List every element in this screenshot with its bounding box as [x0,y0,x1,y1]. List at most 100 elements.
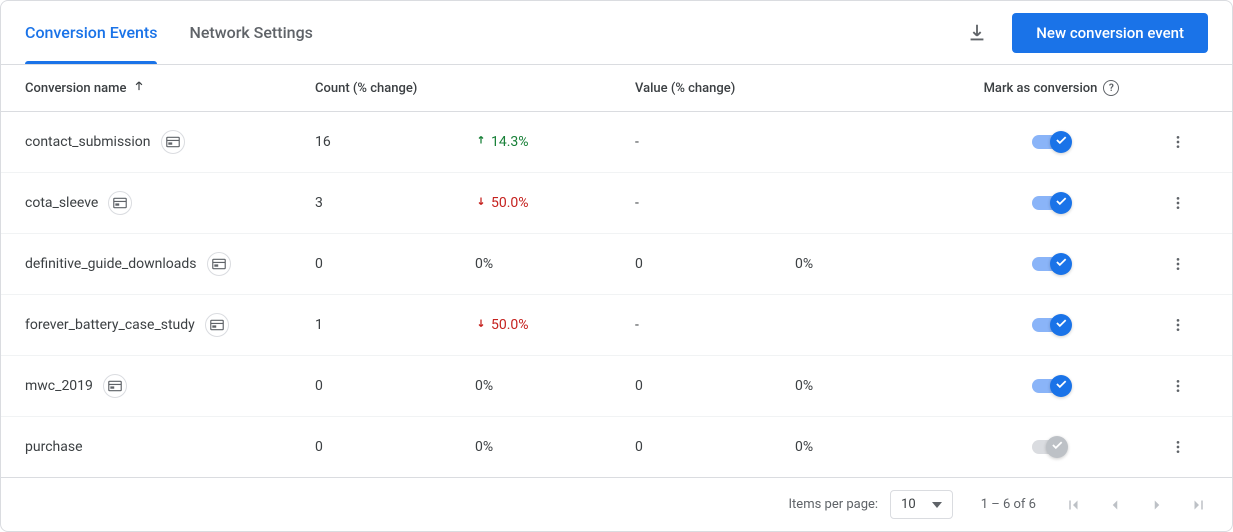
count-change-value: 50.0% [491,195,529,211]
badge-icon [161,130,185,154]
toggle-cell [955,192,1148,214]
last-page-button[interactable] [1190,496,1208,514]
mark-conversion-toggle[interactable] [1032,131,1072,153]
row-menu-button[interactable] [1162,431,1194,463]
conversion-name: contact_submission [25,134,151,150]
arrow-down-icon [475,195,487,211]
count-cell: 16 [315,134,475,150]
count-change-value: 0% [475,378,493,394]
row-menu-cell [1148,370,1208,402]
page-size-value: 10 [901,497,916,512]
row-menu-cell [1148,431,1208,463]
mark-conversion-toggle[interactable] [1032,253,1072,275]
items-per-page-label: Items per page: [789,497,879,512]
pagination-footer: Items per page: 10 1 – 6 of 6 [1,478,1232,531]
toggle-cell [955,253,1148,275]
toggle-thumb [1050,131,1072,153]
toggle-thumb [1050,375,1072,397]
panel-header: Conversion Events Network Settings New c… [1,1,1232,65]
table-row: mwc_201900%00% [1,356,1232,417]
tabs: Conversion Events Network Settings [25,1,313,64]
toggle-thumb [1050,192,1072,214]
column-value[interactable]: Value (% change) [635,81,795,96]
toggle-thumb [1046,436,1068,458]
table-body: contact_submission 16 14.3% - cota_sleeve 3 50… [1,112,1232,478]
conversion-name-cell: definitive_guide_downloads [25,252,315,276]
row-menu-cell [1148,126,1208,158]
value-cell: - [635,195,795,211]
column-mark-conversion: Mark as conversion ? [955,80,1148,96]
badge-icon [205,313,229,337]
check-icon [1054,194,1068,212]
value-cell: - [635,134,795,150]
mark-conversion-toggle[interactable] [1032,436,1072,458]
column-label: Value (% change) [635,81,735,96]
count-change-value: 14.3% [491,134,529,150]
conversion-name: cota_sleeve [25,195,98,211]
check-icon [1054,133,1068,151]
column-label: Count (% change) [315,81,417,96]
tab-label: Network Settings [189,23,312,42]
new-conversion-event-button[interactable]: New conversion event [1012,13,1208,53]
page-size-control: Items per page: 10 [789,490,953,519]
page-size-select[interactable]: 10 [890,490,953,519]
pagination-controls [1064,496,1208,514]
next-page-button[interactable] [1148,496,1166,514]
previous-page-button[interactable] [1106,496,1124,514]
first-page-button[interactable] [1064,496,1082,514]
arrow-down-icon [475,317,487,333]
column-label: Mark as conversion [984,81,1098,96]
value-change-cell: 0% [795,256,955,272]
tab-label: Conversion Events [25,23,157,42]
table-row: purchase00%00% [1,417,1232,478]
download-icon[interactable] [966,22,988,44]
value-change-cell: 0% [795,378,955,394]
conversion-name-cell: purchase [25,439,315,455]
sort-ascending-icon [132,79,146,97]
value-cell: 0 [635,256,795,272]
table-row: definitive_guide_downloads00%00% [1,234,1232,295]
mark-conversion-toggle[interactable] [1032,192,1072,214]
row-menu-button[interactable] [1162,126,1194,158]
conversion-name-cell: forever_battery_case_study [25,313,315,337]
column-count[interactable]: Count (% change) [315,81,475,96]
conversion-name: purchase [25,439,83,455]
badge-icon [207,252,231,276]
tab-network-settings[interactable]: Network Settings [189,1,312,64]
count-change-cell: 14.3% [475,134,635,150]
arrow-up-icon [475,134,487,150]
row-menu-cell [1148,187,1208,219]
badge-icon [108,191,132,215]
count-change-cell: 50.0% [475,317,635,333]
toggle-thumb [1050,253,1072,275]
header-actions: New conversion event [966,13,1208,53]
row-menu-button[interactable] [1162,187,1194,219]
tab-conversion-events[interactable]: Conversion Events [25,1,157,64]
mark-conversion-toggle[interactable] [1032,375,1072,397]
column-label: Conversion name [25,81,126,96]
row-menu-button[interactable] [1162,370,1194,402]
conversion-name-cell: cota_sleeve [25,191,315,215]
count-cell: 0 [315,378,475,394]
dropdown-icon [932,497,942,512]
row-menu-cell [1148,309,1208,341]
column-conversion-name[interactable]: Conversion name [25,79,315,97]
check-icon [1050,438,1064,456]
button-label: New conversion event [1036,24,1184,42]
help-icon[interactable]: ? [1103,80,1119,96]
count-change-value: 0% [475,439,493,455]
check-icon [1054,316,1068,334]
count-cell: 3 [315,195,475,211]
count-cell: 0 [315,256,475,272]
value-cell: - [635,317,795,333]
page-range: 1 – 6 of 6 [981,497,1036,512]
conversion-name-cell: contact_submission [25,130,315,154]
conversion-name: mwc_2019 [25,378,93,394]
count-change-value: 0% [475,256,493,272]
row-menu-button[interactable] [1162,309,1194,341]
toggle-cell [955,436,1148,458]
count-change-value: 50.0% [491,317,529,333]
row-menu-button[interactable] [1162,248,1194,280]
mark-conversion-toggle[interactable] [1032,314,1072,336]
badge-icon [103,374,127,398]
